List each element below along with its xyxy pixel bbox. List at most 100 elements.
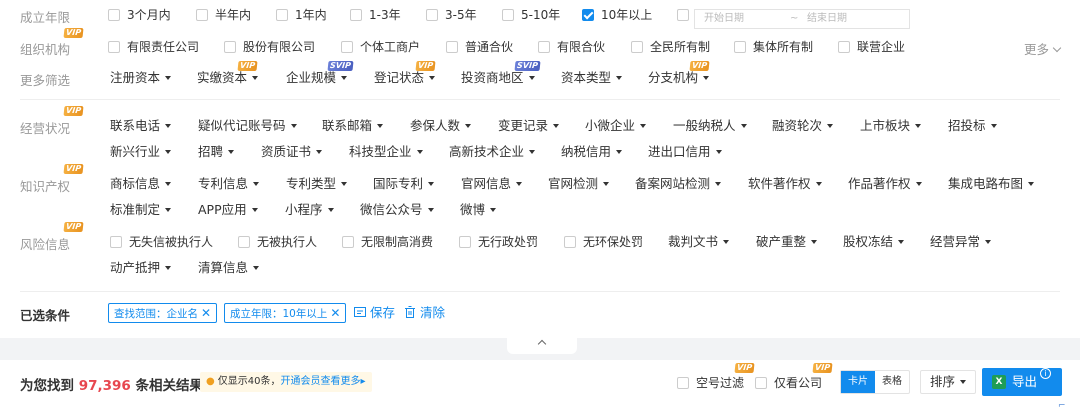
filter-contact-email[interactable]: 联系邮箱 — [322, 118, 384, 134]
end-date-placeholder[interactable]: 结束日期 — [807, 10, 847, 28]
date-range-input[interactable]: 开始日期 ~ 结束日期 — [694, 9, 910, 29]
org-option-4[interactable]: 有限合伙 — [538, 39, 605, 55]
checkbox-icon[interactable] — [838, 41, 850, 53]
founded-option-5[interactable]: 5-10年 — [502, 7, 560, 23]
view-table-button[interactable]: 表格 — [875, 371, 909, 393]
checkbox-icon[interactable] — [538, 41, 550, 53]
filter-bookkeeping-phone[interactable]: 疑似代记账号码 — [198, 118, 297, 134]
sort-dropdown[interactable]: 排序 — [920, 370, 976, 394]
founded-option-6[interactable]: 10年以上 — [582, 7, 652, 23]
close-icon[interactable]: ✕ — [201, 306, 211, 320]
risk-check-2[interactable]: 无限制高消费 — [342, 234, 433, 250]
filter-contact-phone[interactable]: 联系电话 — [110, 118, 172, 134]
founded-option-4[interactable]: 3-5年 — [426, 7, 477, 23]
risk-check-4[interactable]: 无环保处罚 — [564, 234, 643, 250]
filter-liquidation[interactable]: 清算信息 — [198, 260, 260, 276]
view-card-button[interactable]: 卡片 — [841, 371, 875, 393]
filter-import-export-credit[interactable]: 进出口信用 — [648, 144, 722, 160]
filter-emerging-industry[interactable]: 新兴行业 — [110, 144, 172, 160]
selected-tag-scope[interactable]: 查找范围：企业名 ✕ — [108, 303, 218, 323]
empty-phone-filter[interactable]: 空号过滤 — [677, 375, 744, 391]
save-button[interactable]: 保存 — [354, 305, 395, 321]
filter-qualification[interactable]: 资质证书 — [261, 144, 323, 160]
org-option-2[interactable]: 个体工商户 — [341, 39, 420, 55]
filter-website-check[interactable]: 官网检测 — [548, 176, 610, 192]
checkbox-icon[interactable] — [755, 377, 767, 389]
org-more-link[interactable]: 更多 — [1024, 39, 1062, 58]
upgrade-link[interactable]: 开通会员查看更多 — [280, 376, 360, 387]
filter-paid-capital[interactable]: 实缴资本 — [197, 70, 259, 86]
checkbox-icon[interactable] — [459, 236, 471, 248]
checkbox-icon[interactable] — [238, 236, 250, 248]
filter-high-tech[interactable]: 高新技术企业 — [449, 144, 536, 160]
founded-option-3[interactable]: 1-3年 — [350, 7, 401, 23]
checked-checkbox-icon[interactable] — [582, 9, 594, 21]
custom-date-checkbox[interactable] — [677, 9, 689, 21]
filter-equity-freeze[interactable]: 股权冻结 — [843, 234, 905, 250]
filter-financing-round[interactable]: 融资轮次 — [772, 118, 834, 134]
start-date-placeholder[interactable]: 开始日期 — [704, 10, 744, 28]
checkbox-icon[interactable] — [350, 9, 362, 21]
checkbox-icon[interactable] — [108, 41, 120, 53]
checkbox-icon[interactable] — [564, 236, 576, 248]
founded-option-0[interactable]: 3个月内 — [108, 7, 171, 23]
checkbox-icon[interactable] — [110, 236, 122, 248]
filter-chattel-mortgage[interactable]: 动产抵押 — [110, 260, 172, 276]
filter-ic-layout[interactable]: 集成电路布图 — [948, 176, 1035, 192]
filter-software-copyright[interactable]: 软件著作权 — [748, 176, 822, 192]
export-button[interactable]: X 导出 i — [982, 368, 1062, 396]
checkbox-icon[interactable] — [108, 9, 120, 21]
filter-branch[interactable]: 分支机构 — [648, 70, 710, 86]
selected-tag-founded[interactable]: 成立年限：10年以上 ✕ — [224, 303, 347, 323]
filter-work-copyright[interactable]: 作品著作权 — [848, 176, 922, 192]
checkbox-icon[interactable] — [502, 9, 514, 21]
filter-mini-program[interactable]: 小程序 — [285, 202, 334, 218]
founded-option-1[interactable]: 半年内 — [196, 7, 251, 23]
org-option-7[interactable]: 联营企业 — [838, 39, 905, 55]
filter-patent-info[interactable]: 专利信息 — [198, 176, 260, 192]
collapse-filters-toggle[interactable] — [507, 334, 577, 354]
checkbox-icon[interactable] — [426, 9, 438, 21]
info-icon[interactable]: i — [1040, 368, 1051, 379]
org-option-0[interactable]: 有限责任公司 — [108, 39, 199, 55]
filter-weibo[interactable]: 微博 — [460, 202, 497, 218]
risk-check-0[interactable]: 无失信被执行人 — [110, 234, 213, 250]
checkbox-icon[interactable] — [734, 41, 746, 53]
close-icon[interactable]: ✕ — [330, 306, 340, 320]
org-option-3[interactable]: 普通合伙 — [446, 39, 513, 55]
clear-button[interactable]: 清除 — [404, 305, 445, 321]
filter-registration-status[interactable]: 登记状态 — [374, 70, 436, 86]
checkbox-icon[interactable] — [677, 377, 689, 389]
filter-recruitment[interactable]: 招聘 — [198, 144, 235, 160]
filter-listing-board[interactable]: 上市板块 — [860, 118, 922, 134]
filter-app[interactable]: APP应用 — [198, 202, 258, 218]
risk-check-3[interactable]: 无行政处罚 — [459, 234, 538, 250]
filter-bankruptcy[interactable]: 破产重整 — [756, 234, 818, 250]
filter-icp-check[interactable]: 备案网站检测 — [635, 176, 722, 192]
filter-standard-setting[interactable]: 标准制定 — [110, 202, 172, 218]
filter-capital-type[interactable]: 资本类型 — [561, 70, 623, 86]
filter-tax-credit[interactable]: 纳税信用 — [561, 144, 623, 160]
company-only-filter[interactable]: 仅看公司 — [755, 375, 822, 391]
filter-general-taxpayer[interactable]: 一般纳税人 — [673, 118, 747, 134]
org-option-5[interactable]: 全民所有制 — [631, 39, 710, 55]
filter-patent-type[interactable]: 专利类型 — [286, 176, 348, 192]
checkbox-icon[interactable] — [631, 41, 643, 53]
filter-judgments[interactable]: 裁判文书 — [668, 234, 730, 250]
filter-registered-capital[interactable]: 注册资本 — [110, 70, 172, 86]
org-option-1[interactable]: 股份有限公司 — [224, 39, 315, 55]
checkbox-icon[interactable] — [341, 41, 353, 53]
checkbox-icon[interactable] — [446, 41, 458, 53]
risk-check-1[interactable]: 无被执行人 — [238, 234, 317, 250]
filter-micro-enterprise[interactable]: 小微企业 — [585, 118, 647, 134]
filter-abnormal-operation[interactable]: 经营异常 — [930, 234, 992, 250]
org-option-6[interactable]: 集体所有制 — [734, 39, 813, 55]
filter-change-records[interactable]: 变更记录 — [498, 118, 560, 134]
filter-company-size[interactable]: 企业规模 — [286, 70, 348, 86]
checkbox-icon[interactable] — [276, 9, 288, 21]
filter-tech-enterprise[interactable]: 科技型企业 — [349, 144, 423, 160]
filter-website-info[interactable]: 官网信息 — [461, 176, 523, 192]
checkbox-icon[interactable] — [196, 9, 208, 21]
filter-insured-count[interactable]: 参保人数 — [410, 118, 472, 134]
checkbox-icon[interactable] — [224, 41, 236, 53]
